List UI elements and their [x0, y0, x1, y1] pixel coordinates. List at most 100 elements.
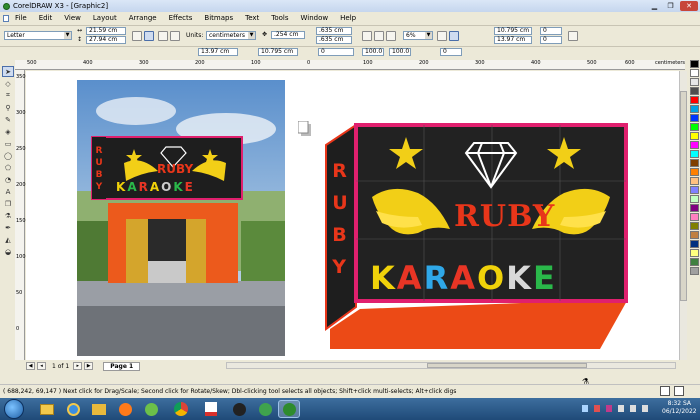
palette-swatch[interactable]	[690, 258, 699, 266]
horizontal-scrollbar[interactable]	[226, 362, 676, 369]
palette-swatch[interactable]	[690, 240, 699, 248]
dim-b-field[interactable]: 0	[540, 36, 562, 44]
tray-icon[interactable]	[630, 405, 636, 412]
ellipse-tool-icon[interactable]: ◯	[2, 150, 14, 161]
palette-swatch[interactable]	[690, 114, 699, 122]
palette-swatch[interactable]	[690, 222, 699, 230]
palette-swatch[interactable]	[690, 141, 699, 149]
app-icon-3[interactable]	[254, 400, 276, 418]
page-width-field[interactable]: 21.59 cm	[86, 27, 126, 35]
folder-icon[interactable]	[88, 400, 110, 418]
zoom-tool-icon[interactable]: ⚲	[2, 102, 14, 113]
palette-swatch[interactable]	[690, 132, 699, 140]
palette-swatch[interactable]	[690, 267, 699, 275]
palette-swatch[interactable]	[690, 231, 699, 239]
palette-swatch[interactable]	[690, 168, 699, 176]
media-icon[interactable]	[114, 400, 136, 418]
storefront-photo[interactable]: R U B Y	[77, 80, 285, 356]
page-height-field[interactable]: 27.94 cm	[86, 36, 126, 44]
menu-arrange[interactable]: Arrange	[129, 14, 157, 22]
portrait-button[interactable]	[132, 31, 142, 41]
snap-button[interactable]	[362, 31, 372, 41]
polygon-tool-icon[interactable]: ⬠	[2, 162, 14, 173]
tray-icon[interactable]	[642, 405, 648, 412]
vertical-scroll-thumb[interactable]	[680, 91, 687, 301]
duplicate-y-field[interactable]: .635 cm	[316, 36, 352, 44]
fill-swatch[interactable]	[674, 386, 684, 396]
smart-fill-tool-icon[interactable]: ◈	[2, 126, 14, 137]
prev-page-button[interactable]: ◂	[37, 362, 46, 370]
palette-swatch[interactable]	[690, 123, 699, 131]
horizontal-scroll-thumb[interactable]	[427, 363, 587, 368]
palette-swatch[interactable]	[690, 78, 699, 86]
lock-ratio-button[interactable]	[568, 31, 578, 41]
start-button[interactable]	[4, 399, 24, 419]
menu-file[interactable]: File	[15, 14, 27, 22]
interactive-tool-icon[interactable]: ❐	[2, 198, 14, 209]
close-button[interactable]: ✕	[680, 1, 698, 11]
eyedropper-tool-icon[interactable]: ⚗	[2, 210, 14, 221]
chrome-icon[interactable]	[170, 400, 192, 418]
object-y-field[interactable]: 13.97 cm	[494, 36, 532, 44]
palette-swatch[interactable]	[690, 60, 699, 68]
menu-layout[interactable]: Layout	[93, 14, 117, 22]
palette-swatch[interactable]	[690, 186, 699, 194]
shape-tool-icon[interactable]: ◇	[2, 78, 14, 89]
interactive-fill-tool-icon[interactable]: ◒	[2, 246, 14, 257]
freehand-tool-icon[interactable]: ✎	[2, 114, 14, 125]
palette-swatch[interactable]	[690, 159, 699, 167]
next-page-button[interactable]: ▸	[73, 362, 83, 370]
menu-tools[interactable]: Tools	[271, 14, 288, 22]
crop-tool-icon[interactable]: ⌗	[2, 90, 14, 101]
treat-as-filled-button[interactable]	[374, 31, 384, 41]
outline-tool-icon[interactable]: ✒	[2, 222, 14, 233]
tray-icon[interactable]	[618, 405, 624, 412]
scale-x-field[interactable]: 100.0	[362, 48, 384, 56]
document-icon[interactable]	[3, 14, 9, 22]
duplicate-x-field[interactable]: .635 cm	[316, 27, 352, 35]
palette-swatch[interactable]	[690, 96, 699, 104]
menu-effects[interactable]: Effects	[169, 14, 193, 22]
menu-text[interactable]: Text	[245, 14, 259, 22]
minimize-button[interactable]: ▁	[647, 1, 662, 11]
vertical-ruler[interactable]: 350 300 250 200 150 100 50 0	[15, 70, 26, 360]
app-icon-2[interactable]	[228, 400, 250, 418]
last-page-button[interactable]: ▶	[84, 362, 94, 370]
coccoc-icon[interactable]	[140, 400, 162, 418]
menu-help[interactable]: Help	[340, 14, 356, 22]
tray-icon[interactable]	[582, 405, 588, 412]
size-w-field[interactable]: 0	[318, 48, 354, 56]
menu-bitmaps[interactable]: Bitmaps	[204, 14, 233, 22]
horizontal-ruler[interactable]: 500 400 300 200 100 0 100 200 300 400 50…	[15, 60, 685, 70]
palette-swatch[interactable]	[690, 69, 699, 77]
position-y-field[interactable]: 13.97 cm	[198, 48, 238, 56]
fill-indicator-icon[interactable]: ⚗	[582, 375, 589, 388]
palette-swatch[interactable]	[690, 87, 699, 95]
nudge-field[interactable]: .254 cm	[271, 31, 305, 39]
fill-tool-icon[interactable]: ◭	[2, 234, 14, 245]
coreldraw-taskbar-icon[interactable]	[278, 400, 300, 418]
menu-view[interactable]: View	[64, 14, 81, 22]
palette-swatch[interactable]	[690, 105, 699, 113]
vertical-scrollbar[interactable]	[679, 71, 687, 360]
pdf-icon[interactable]	[200, 400, 222, 418]
palette-swatch[interactable]	[690, 204, 699, 212]
paper-size-select[interactable]: Letter ▼	[4, 31, 72, 40]
landscape-button[interactable]	[144, 31, 154, 41]
palette-swatch[interactable]	[690, 213, 699, 221]
pick-tool-icon[interactable]: ➤	[2, 66, 14, 77]
palette-swatch[interactable]	[690, 195, 699, 203]
palette-swatch[interactable]	[690, 177, 699, 185]
units-select[interactable]: centimeters ▼	[206, 31, 256, 40]
tray-icon[interactable]	[606, 405, 612, 412]
object-x-field[interactable]: 10.795 cm	[494, 27, 532, 35]
position-x-field[interactable]: 10.795 cm	[258, 48, 298, 56]
basic-shapes-tool-icon[interactable]: ◔	[2, 174, 14, 185]
page-tab[interactable]: Page 1	[103, 361, 141, 371]
drawing-canvas[interactable]: R U B Y RUBY K A R A O K E R U B Y RUBY …	[26, 71, 680, 360]
menu-window[interactable]: Window	[301, 14, 329, 22]
wireframe-button[interactable]	[386, 31, 396, 41]
first-page-button[interactable]: ◀	[26, 362, 35, 370]
palette-swatch[interactable]	[690, 249, 699, 257]
system-clock[interactable]: 8:32 SA 06/12/2022	[662, 400, 697, 416]
